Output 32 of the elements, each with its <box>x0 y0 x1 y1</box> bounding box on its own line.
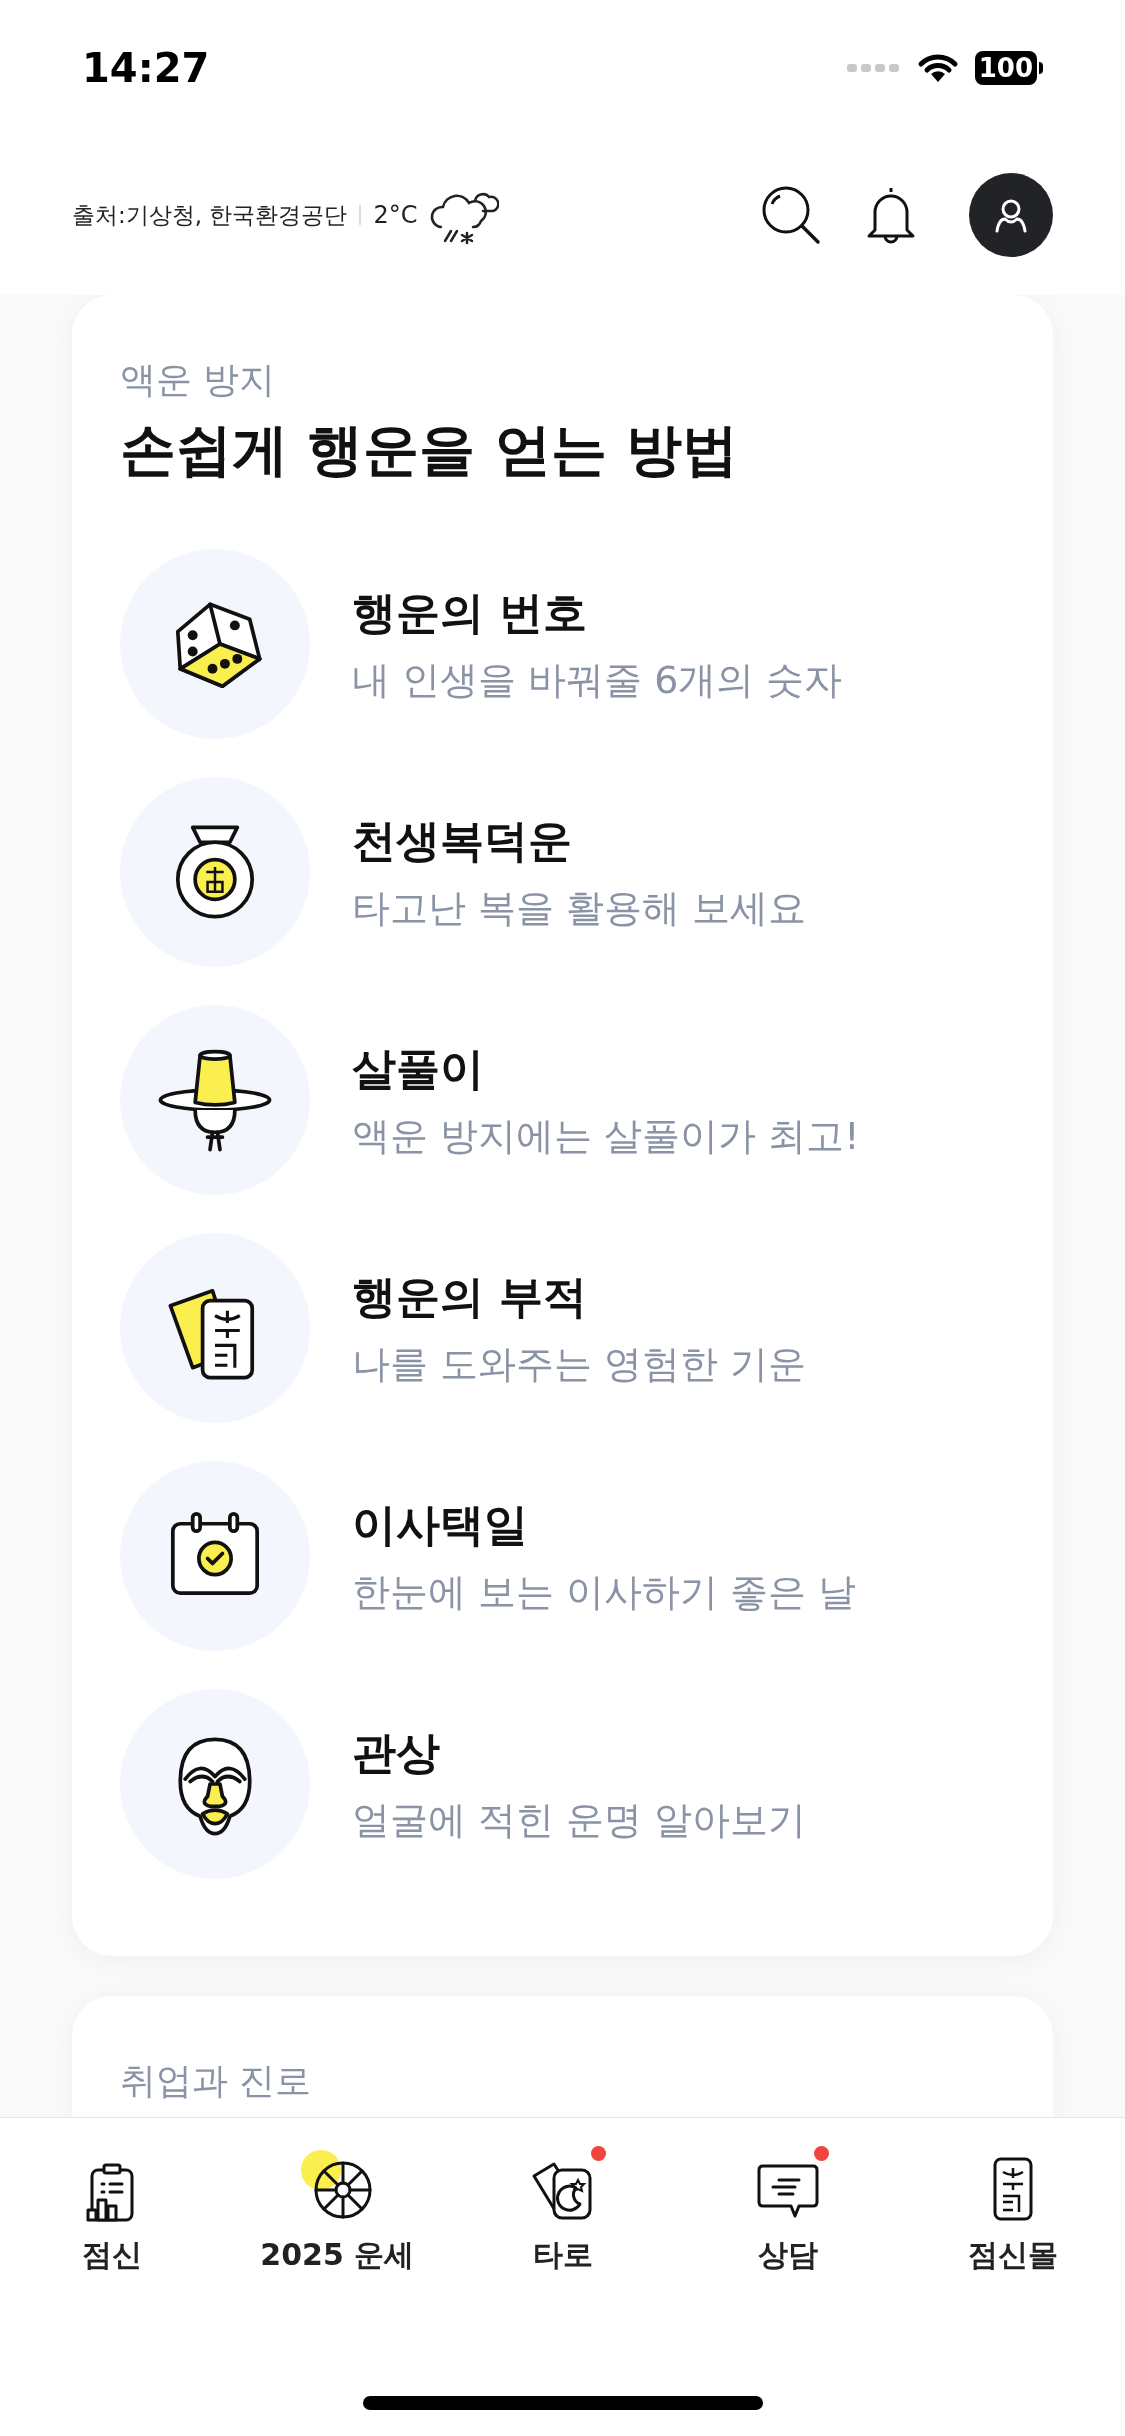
item-title: 관상 <box>352 1725 441 1780</box>
menu-item[interactable]: 행운의 부적 나를 도와주는 영험한 기운 <box>120 1214 1005 1442</box>
item-subtitle: 내 인생을 바꿔줄 6개의 숫자 <box>352 656 843 704</box>
talisman-icon <box>991 2156 1035 2222</box>
menu-item[interactable]: 행운의 번호 내 인생을 바꿔줄 6개의 숫자 <box>120 530 1005 758</box>
item-title: 행운의 번호 <box>352 585 589 640</box>
item-title: 살풀이 <box>352 1041 485 1096</box>
status-time: 14:27 <box>82 43 210 93</box>
menu-item[interactable]: 천생복덕운 타고난 복을 활용해 보세요 <box>120 758 1005 986</box>
section-title: 손쉽게 행운을 얻는 방법 <box>120 416 740 484</box>
item-subtitle: 한눈에 보는 이사하기 좋은 날 <box>352 1568 857 1616</box>
item-title: 천생복덕운 <box>352 813 573 868</box>
item-subtitle: 나를 도와주는 영험한 기운 <box>352 1340 807 1388</box>
section-eyebrow: 액운 방지 <box>120 358 277 402</box>
tab-bar-item[interactable]: 타로 <box>462 2146 663 2277</box>
tab-bar-item[interactable]: 상담 <box>687 2146 888 2277</box>
item-title: 이사택일 <box>352 1497 529 1552</box>
menu-item[interactable]: 이사택일 한눈에 보는 이사하기 좋은 날 <box>120 1442 1005 1670</box>
wifi-icon <box>916 51 959 84</box>
item-title: 행운의 부적 <box>352 1269 589 1324</box>
menu-item[interactable]: 살풀이 액운 방지에는 살풀이가 최고! <box>120 986 1005 1214</box>
tab-bar-item[interactable]: 점신몰 <box>913 2146 1113 2277</box>
weather-source: 출처:기상청, 한국환경공단 <box>72 200 348 230</box>
tab-bar-item[interactable]: 점신 <box>12 2146 212 2277</box>
section-eyebrow: 취업과 진로 <box>120 2059 313 2103</box>
item-subtitle: 얼굴에 적힌 운명 알아보기 <box>352 1796 807 1844</box>
temperature: 2°C <box>373 200 418 231</box>
menu-item[interactable]: 관상 얼굴에 적힌 운명 알아보기 <box>120 1670 1005 1898</box>
signal-icon <box>846 61 901 74</box>
tab-bar-item[interactable]: 2025 운세 <box>237 2146 438 2277</box>
item-subtitle: 타고난 복을 활용해 보세요 <box>352 884 807 932</box>
item-subtitle: 액운 방지에는 살풀이가 최고! <box>352 1112 860 1160</box>
